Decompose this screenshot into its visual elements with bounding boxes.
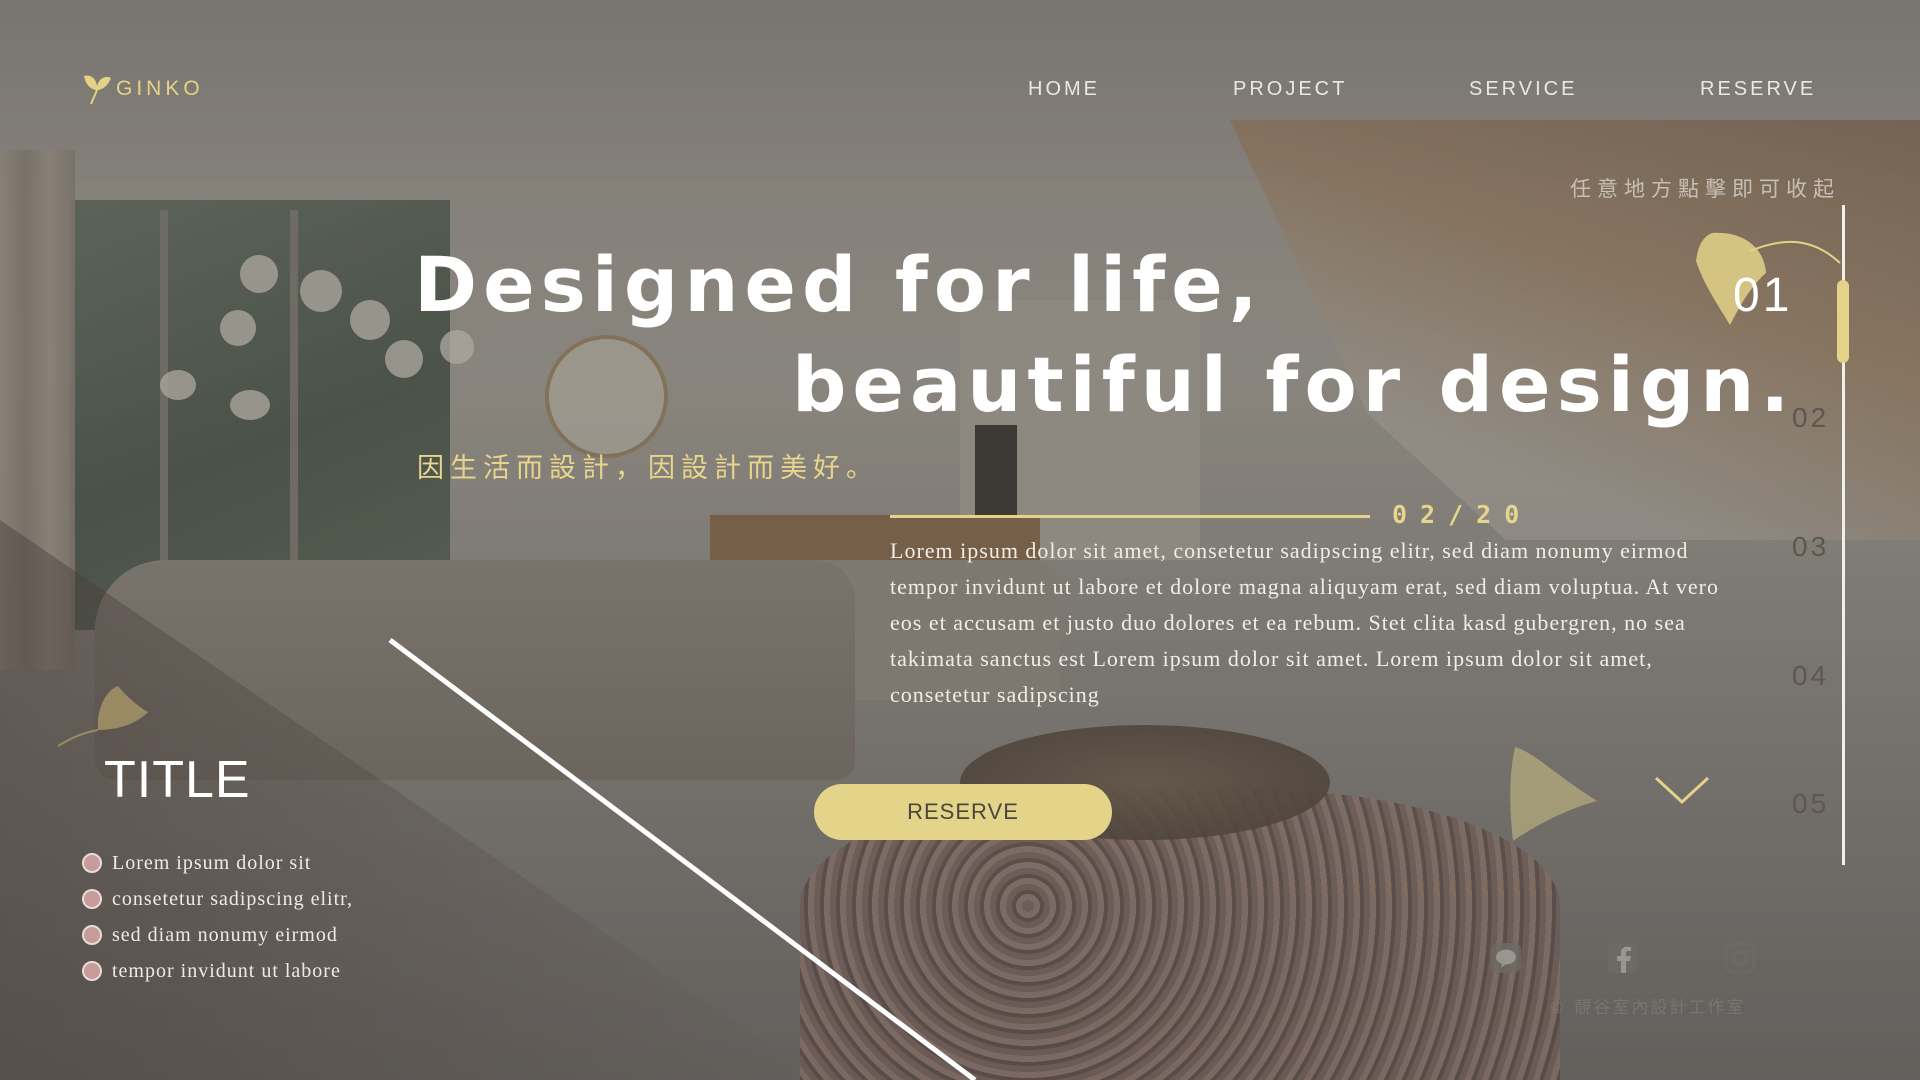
slide-number[interactable]: 05 (1792, 788, 1829, 820)
card-bullet-list: Lorem ipsum dolor sit consetetur sadipsc… (82, 845, 353, 989)
ginkgo-leaf-icon (57, 686, 148, 747)
ginkgo-leaf-icon (1510, 747, 1597, 841)
list-item: tempor invidunt ut labore (82, 953, 353, 989)
slide-number[interactable]: 02 (1792, 402, 1829, 434)
copyright-text: © 靚谷室內設計工作室 (1548, 998, 1746, 1018)
slide-number[interactable]: 03 (1792, 531, 1829, 563)
bullet-text: tempor invidunt ut labore (112, 959, 341, 982)
list-item: sed diam nonumy eirmod (82, 917, 353, 953)
bullet-text: sed diam nonumy eirmod (112, 923, 338, 946)
list-item: consetetur sadipscing elitr, (82, 881, 353, 917)
facebook-icon[interactable] (1607, 942, 1639, 974)
bullet-dot (82, 961, 102, 981)
card-title: TITLE (104, 751, 251, 809)
bullet-text: consetetur sadipscing elitr, (112, 887, 354, 910)
list-item: Lorem ipsum dolor sit (82, 845, 353, 881)
slide-number[interactable]: 04 (1792, 660, 1829, 692)
slide-number-active[interactable]: 01 (1733, 268, 1792, 323)
slider-thumb[interactable] (1837, 280, 1849, 363)
instagram-icon[interactable] (1724, 942, 1756, 974)
bullet-text: Lorem ipsum dolor sit (112, 851, 312, 874)
reserve-button[interactable]: RESERVE (814, 784, 1112, 840)
bullet-dot (82, 925, 102, 945)
chevron-down-icon[interactable] (1652, 770, 1712, 810)
bullet-dot (82, 889, 102, 909)
line-icon[interactable] (1490, 942, 1522, 974)
bullet-dot (82, 853, 102, 873)
